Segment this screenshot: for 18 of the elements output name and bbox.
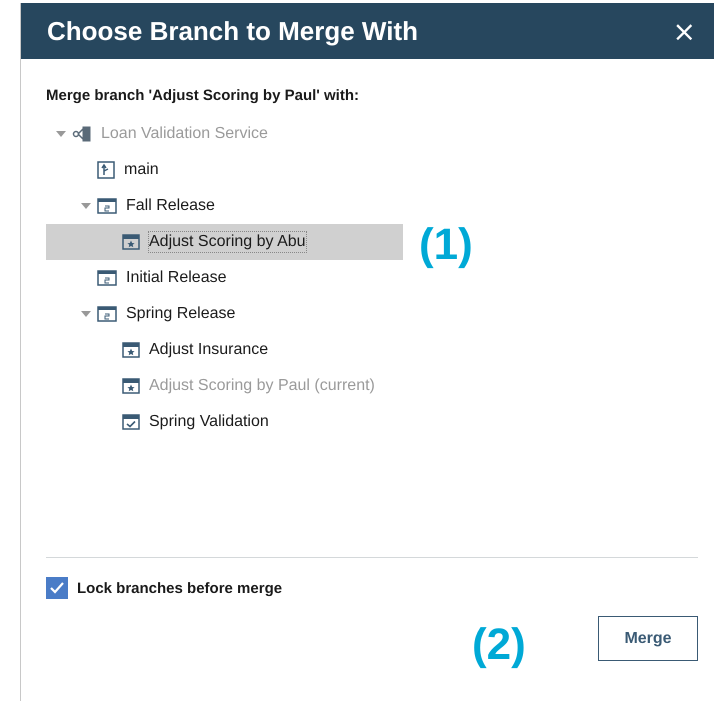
checkmark-icon <box>49 581 65 595</box>
star-card-icon <box>122 342 140 358</box>
close-button[interactable]: × <box>668 14 700 48</box>
merge-button[interactable]: Merge <box>598 616 698 661</box>
release-icon <box>97 198 117 214</box>
release-icon <box>97 306 117 322</box>
check-card-icon <box>122 414 140 430</box>
callout-label: (2) <box>472 620 526 670</box>
merge-prompt: Merge branch 'Adjust Scoring by Paul' with: <box>46 87 360 104</box>
lock-checkbox[interactable] <box>46 577 68 599</box>
star-card-icon <box>122 378 140 394</box>
lock-label: Lock branches before merge <box>77 580 282 596</box>
main-branch-icon <box>97 161 115 179</box>
star-card-icon <box>122 234 140 250</box>
service-icon <box>72 125 92 143</box>
callout-label: (1) <box>419 220 473 270</box>
release-icon <box>97 270 117 286</box>
dialog-title: Choose Branch to Merge With <box>47 16 418 46</box>
